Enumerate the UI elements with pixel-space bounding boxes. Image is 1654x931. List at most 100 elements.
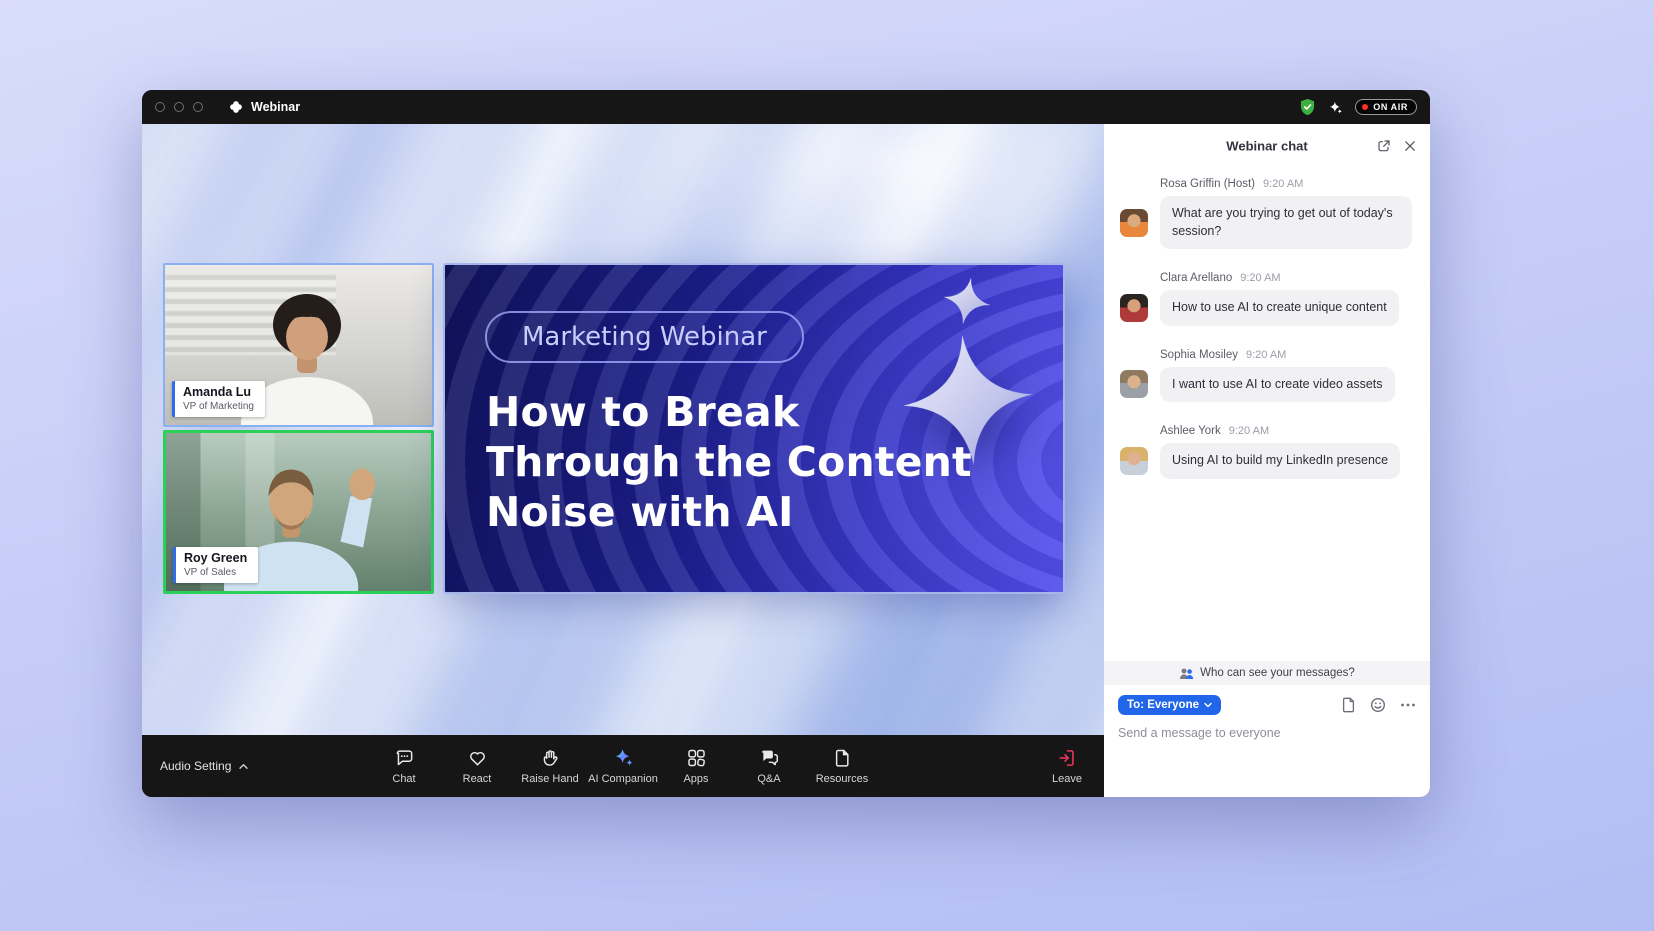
- avatar-sophia: [1120, 370, 1148, 398]
- toolbar-button-label: Chat: [392, 773, 415, 785]
- apps-grid-icon: [685, 747, 707, 769]
- toolbar-ai-companion-button[interactable]: AI Companion: [587, 747, 660, 785]
- audience-icon: [1179, 667, 1194, 680]
- nametag-amanda: Amanda Lu VP of Marketing: [172, 381, 265, 417]
- toolbar-button-label: Resources: [816, 773, 869, 785]
- app-identity: Webinar: [228, 99, 300, 115]
- stage-column: Amanda Lu VP of Marketing: [142, 124, 1104, 797]
- message-input[interactable]: Send a message to everyone: [1118, 726, 1416, 740]
- slide-title: How to Break Through the Content Noise w…: [486, 387, 972, 537]
- recipient-selector[interactable]: To: Everyone: [1118, 695, 1221, 715]
- toolbar-resources-button[interactable]: Resources: [806, 747, 879, 785]
- chat-message: Clara Arellano 9:20 AM How to use AI to …: [1120, 272, 1414, 326]
- toolbar-raise-hand-button[interactable]: Raise Hand: [514, 747, 587, 785]
- hand-icon: [539, 747, 561, 769]
- nametag-roy: Roy Green VP of Sales: [173, 547, 258, 583]
- shared-presentation-slide: Marketing Webinar How to Break Through t…: [443, 263, 1065, 594]
- document-icon: [831, 747, 853, 769]
- video-tile-amanda[interactable]: Amanda Lu VP of Marketing: [163, 263, 434, 427]
- message-meta: Sophia Mosiley 9:20 AM: [1160, 349, 1414, 361]
- chat-composer: To: Everyone: [1104, 685, 1430, 797]
- recipient-label: To: Everyone: [1127, 699, 1199, 711]
- message-author: Rosa Griffin (Host): [1160, 178, 1255, 190]
- titlebar-status: ON AIR: [1299, 98, 1417, 116]
- on-air-label: ON AIR: [1373, 102, 1408, 112]
- visibility-notice-label: Who can see your messages?: [1200, 667, 1355, 679]
- message-row: What are you trying to get out of today'…: [1120, 196, 1414, 249]
- security-shield-icon[interactable]: [1299, 98, 1316, 116]
- message-meta: Rosa Griffin (Host) 9:20 AM: [1160, 178, 1414, 190]
- video-tile-roy[interactable]: Roy Green VP of Sales: [163, 430, 434, 594]
- close-icon[interactable]: [1403, 139, 1417, 153]
- chat-header-actions: [1376, 138, 1417, 154]
- toolbar-qa-button[interactable]: Q&A: [733, 747, 806, 785]
- chat-message-list: Rosa Griffin (Host) 9:20 AM What are you…: [1104, 168, 1430, 661]
- emoji-icon[interactable]: [1370, 697, 1386, 713]
- participant-name: Roy Green: [184, 551, 247, 566]
- toolbar-apps-button[interactable]: Apps: [660, 747, 733, 785]
- message-row: Using AI to build my LinkedIn presence: [1120, 443, 1414, 479]
- toolbar-button-label: AI Companion: [588, 773, 658, 785]
- video-stage: Amanda Lu VP of Marketing: [142, 124, 1104, 735]
- webinar-logo-icon: [228, 99, 244, 115]
- message-time: 9:20 AM: [1240, 272, 1280, 284]
- pop-out-icon[interactable]: [1376, 138, 1392, 154]
- chat-header: Webinar chat: [1104, 124, 1430, 168]
- titlebar: Webinar ON AIR: [142, 90, 1430, 124]
- message-author: Ashlee York: [1160, 425, 1221, 437]
- main-area: Amanda Lu VP of Marketing: [142, 124, 1430, 797]
- toolbar-chat-button[interactable]: Chat: [368, 747, 441, 785]
- webinar-chat-panel: Webinar chat: [1104, 124, 1430, 797]
- more-options-icon[interactable]: [1400, 703, 1416, 707]
- chat-bubble-icon: [393, 747, 415, 769]
- ai-sparkle-icon: [612, 747, 634, 769]
- slide-badge: Marketing Webinar: [485, 311, 804, 363]
- window-maximize-button[interactable]: [193, 102, 203, 112]
- window-title: Webinar: [251, 100, 300, 114]
- message-row: I want to use AI to create video assets: [1120, 367, 1414, 403]
- window-close-button[interactable]: [155, 102, 165, 112]
- toolbar-button-label: Apps: [683, 773, 708, 785]
- attach-file-icon[interactable]: [1341, 697, 1356, 713]
- chevron-up-icon: [238, 763, 249, 770]
- participant-role: VP of Sales: [184, 567, 247, 578]
- message-author: Clara Arellano: [1160, 272, 1232, 284]
- window-minimize-button[interactable]: [174, 102, 184, 112]
- toolbar-button-label: React: [463, 773, 492, 785]
- participant-role: VP of Marketing: [183, 401, 254, 412]
- chat-panel-title: Webinar chat: [1226, 139, 1307, 154]
- chat-message: Sophia Mosiley 9:20 AM I want to use AI …: [1120, 349, 1414, 403]
- on-air-dot-icon: [1362, 104, 1368, 110]
- toolbar-button-label: Q&A: [757, 773, 780, 785]
- on-air-badge: ON AIR: [1355, 99, 1417, 115]
- chat-message: Rosa Griffin (Host) 9:20 AM What are you…: [1120, 178, 1414, 249]
- composer-icons: [1341, 697, 1416, 713]
- visibility-notice[interactable]: Who can see your messages?: [1104, 661, 1430, 685]
- message-bubble: Using AI to build my LinkedIn presence: [1160, 443, 1400, 479]
- avatar-rosa: [1120, 209, 1148, 237]
- qa-bubbles-icon: [758, 747, 780, 769]
- heart-icon: [466, 747, 488, 769]
- toolbar-button-label: Raise Hand: [521, 773, 578, 785]
- ai-sparkle-status-icon[interactable]: [1328, 100, 1343, 115]
- message-bubble: How to use AI to create unique content: [1160, 290, 1399, 326]
- message-row: How to use AI to create unique content: [1120, 290, 1414, 326]
- message-time: 9:20 AM: [1263, 178, 1303, 190]
- leave-button[interactable]: Leave: [1052, 747, 1082, 785]
- toolbar-react-button[interactable]: React: [441, 747, 514, 785]
- message-author: Sophia Mosiley: [1160, 349, 1238, 361]
- participant-name: Amanda Lu: [183, 385, 254, 400]
- message-meta: Clara Arellano 9:20 AM: [1160, 272, 1414, 284]
- webinar-window: Webinar ON AIR: [142, 90, 1430, 797]
- toolbar-button-group: Chat React: [368, 747, 879, 785]
- window-controls: [155, 102, 203, 112]
- message-time: 9:20 AM: [1246, 349, 1286, 361]
- meeting-toolbar: Audio Setting Chat: [142, 735, 1104, 797]
- leave-button-label: Leave: [1052, 773, 1082, 785]
- leave-door-icon: [1056, 747, 1078, 769]
- chat-message: Ashlee York 9:20 AM Using AI to build my…: [1120, 425, 1414, 479]
- avatar-ashlee: [1120, 447, 1148, 475]
- sparkle-shape-small: [937, 271, 997, 331]
- audio-setting-label: Audio Setting: [160, 759, 231, 773]
- audio-setting-button[interactable]: Audio Setting: [160, 759, 249, 773]
